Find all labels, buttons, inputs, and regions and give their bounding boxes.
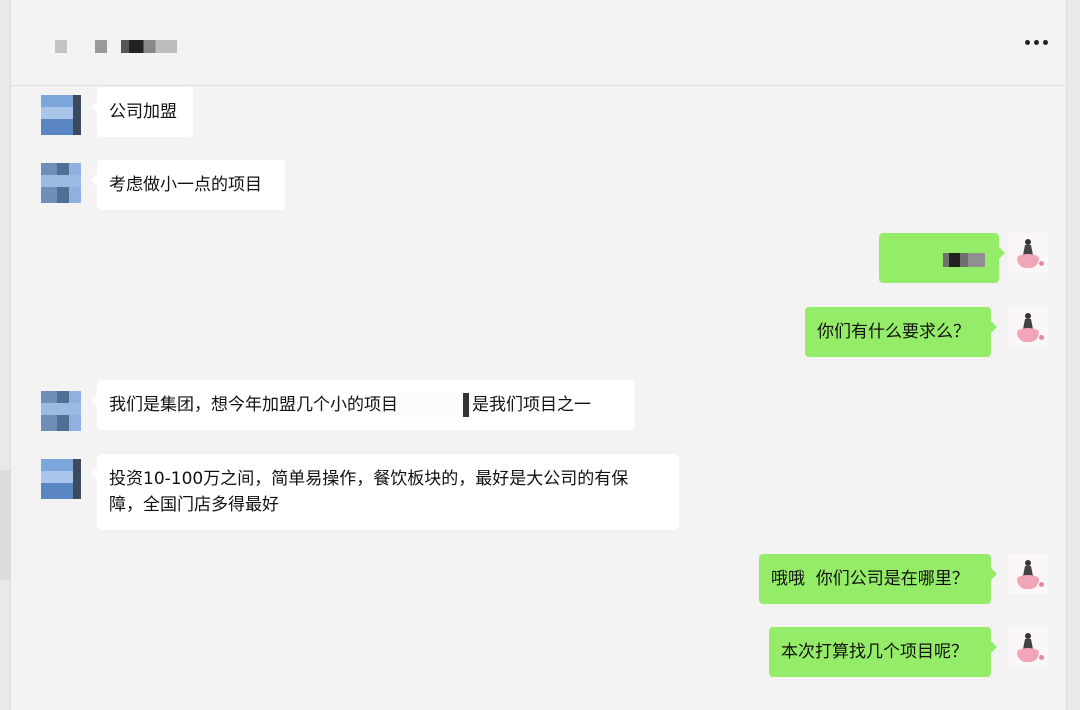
- contact-avatar[interactable]: [41, 163, 81, 203]
- chat-title-redacted: [55, 40, 67, 53]
- user-avatar[interactable]: [1008, 554, 1048, 594]
- message-text-part: 我们是集团，想今年加盟几个小的项目: [109, 395, 398, 415]
- message-text-line: 障，全国门店多得最好: [109, 495, 279, 515]
- message-bubble-received[interactable]: 考虑做小一点的项目: [91, 160, 285, 210]
- message-text: 哦哦 你们公司是在哪里？: [771, 569, 969, 589]
- chat-header: [11, 0, 1066, 86]
- message-text-line: 投资10-100万之间，简单易操作，餐饮板块的，最好是大公司的有保: [109, 469, 629, 489]
- message-bubble-received[interactable]: 投资10-100万之间，简单易操作，餐饮板块的，最好是大公司的有保 障，全国门店…: [91, 454, 679, 530]
- message-bubble-sent[interactable]: [879, 233, 1005, 283]
- contact-avatar[interactable]: [41, 391, 81, 431]
- message-bubble-received[interactable]: 我们是集团，想今年加盟几个小的项目 是我们项目之一: [91, 380, 635, 430]
- message-bubble-sent[interactable]: 你们有什么要求么？: [805, 307, 997, 357]
- redacted-text: [943, 253, 985, 267]
- message-bubble-sent[interactable]: 本次打算找几个项目呢？: [769, 627, 997, 677]
- user-avatar[interactable]: [1008, 233, 1048, 273]
- chat-title-redacted: [121, 40, 177, 53]
- message-bubble-sent[interactable]: 哦哦 你们公司是在哪里？: [759, 554, 997, 604]
- message-text: 本次打算找几个项目呢？: [781, 642, 968, 662]
- message-text: 考虑做小一点的项目: [109, 175, 262, 195]
- user-avatar[interactable]: [1008, 627, 1048, 667]
- background-window-edge: [0, 470, 10, 580]
- redacted-text: [398, 393, 472, 417]
- message-text-part: 是我们项目之一: [472, 395, 591, 415]
- message-bubble-received[interactable]: 公司加盟: [91, 87, 193, 137]
- chat-window: 公司加盟 考虑做小一点的项目 你们有什么要求么？ 我们是集团，想今年加盟几个小的…: [10, 0, 1067, 710]
- message-text: 公司加盟: [109, 102, 177, 122]
- contact-avatar[interactable]: [41, 95, 81, 135]
- more-dots-icon[interactable]: [1018, 28, 1054, 56]
- chat-title-redacted: [95, 40, 107, 53]
- message-text: 你们有什么要求么？: [817, 322, 970, 342]
- contact-avatar[interactable]: [41, 459, 81, 499]
- user-avatar[interactable]: [1008, 307, 1048, 347]
